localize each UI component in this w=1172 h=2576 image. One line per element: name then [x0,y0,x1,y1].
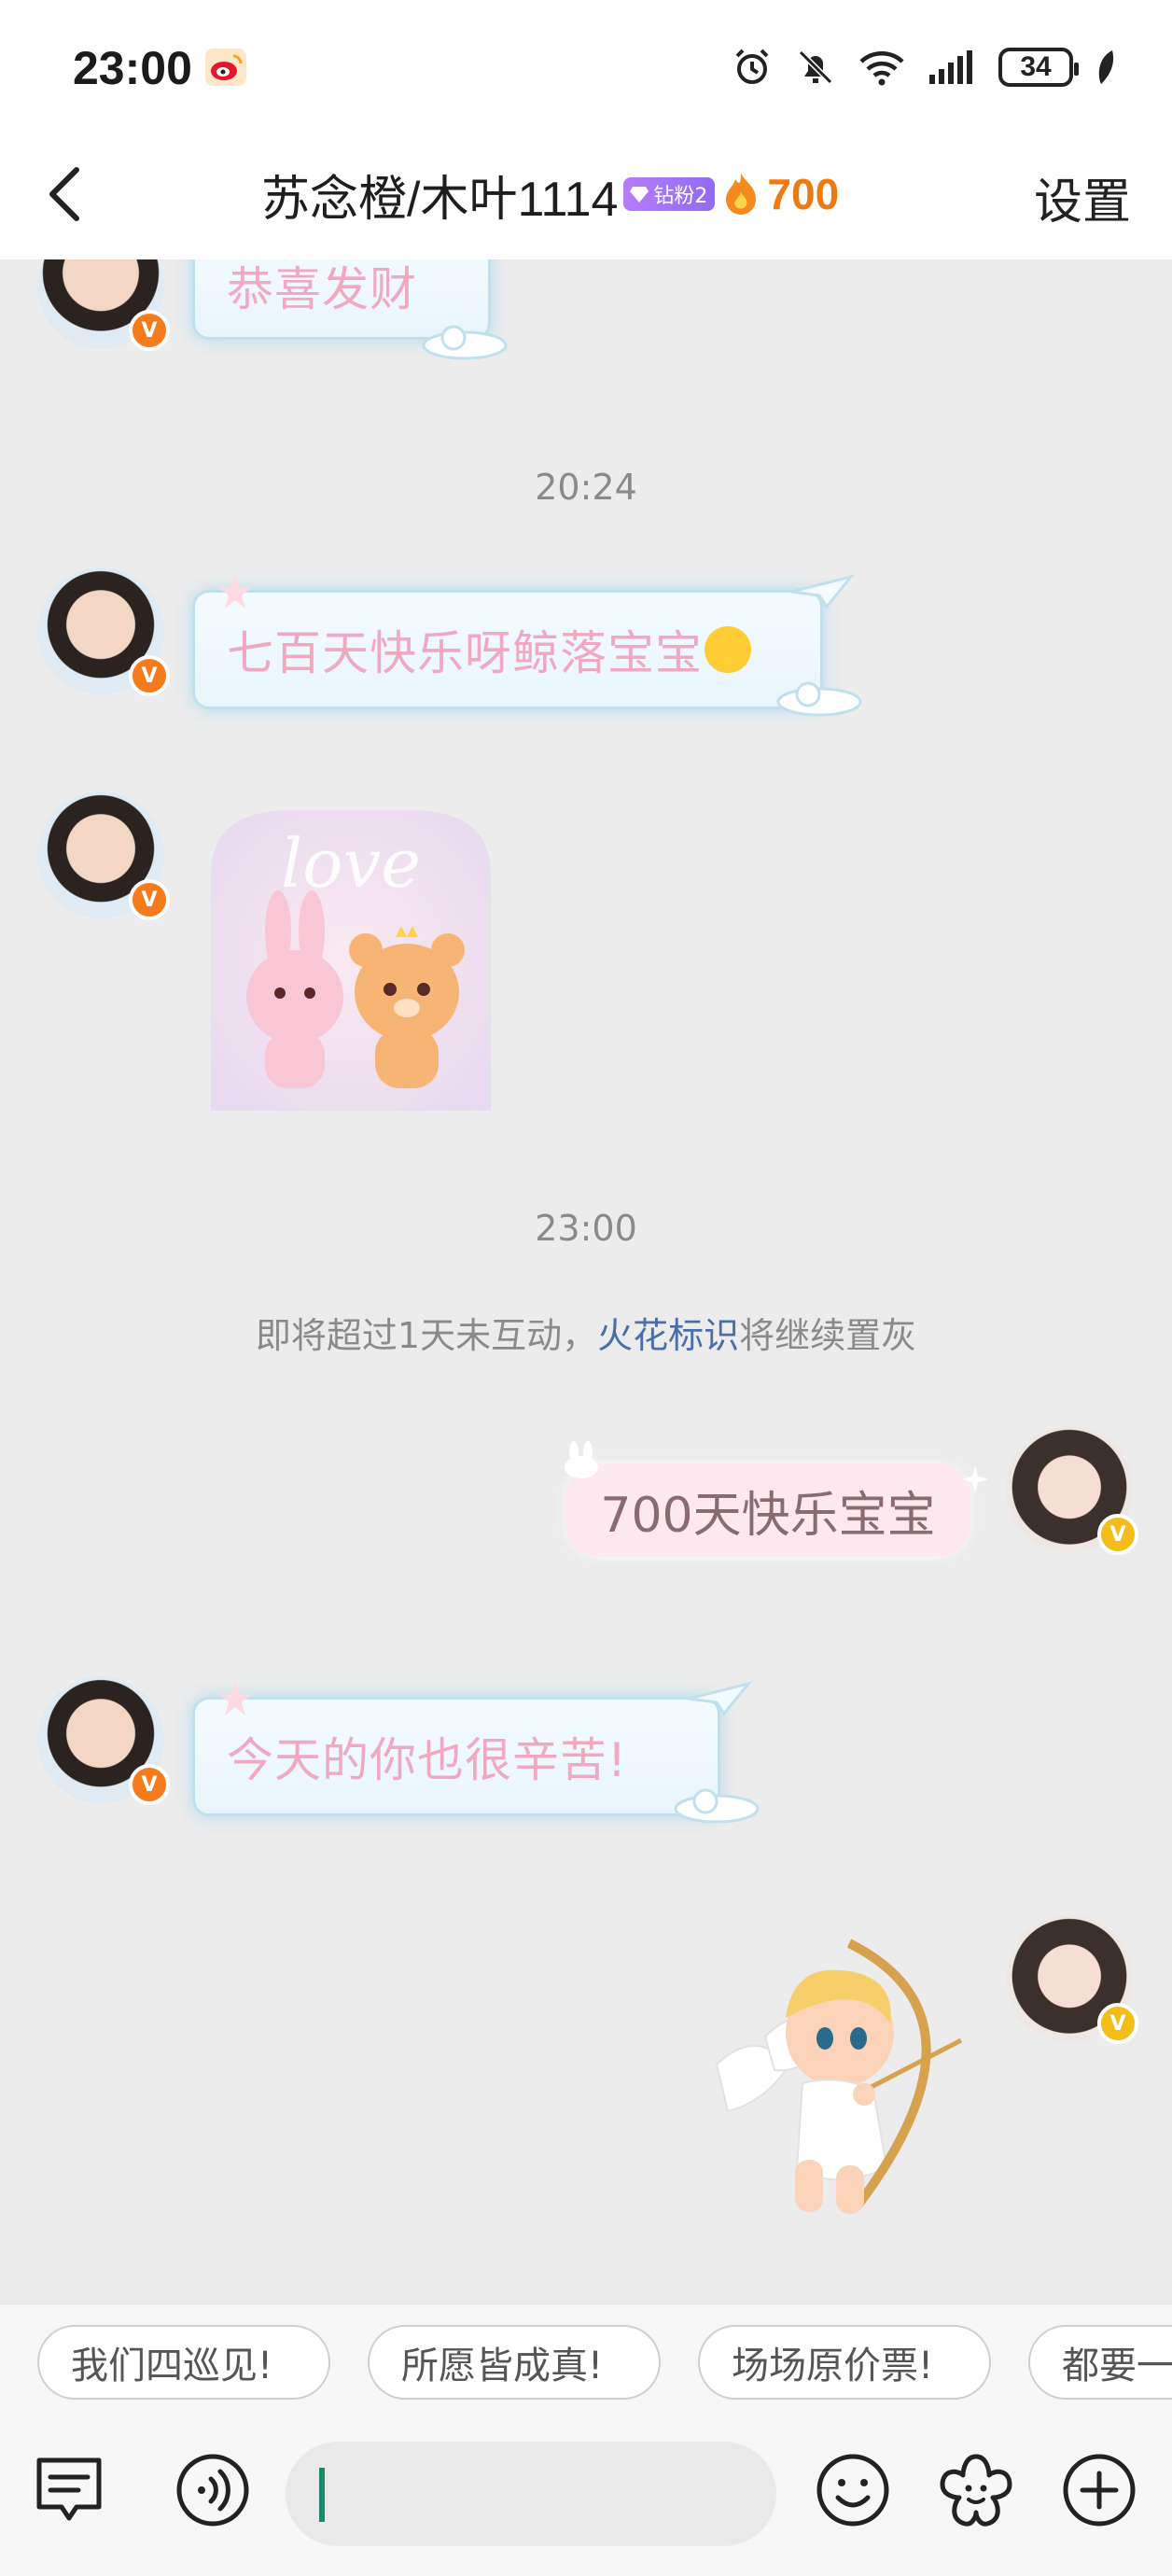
verified-badge: V [1097,1514,1138,1555]
verified-badge: V [129,879,170,920]
paper-plane-deco-icon [790,574,855,609]
verified-badge: V [1097,2003,1138,2044]
verified-badge: V [129,310,170,351]
verified-badge: V [129,1764,170,1805]
system-notice: 即将超过1天未互动，火花标识将继续置灰 [0,1307,1172,1358]
sender-avatar[interactable]: V [37,791,170,922]
diamond-icon [630,187,649,203]
mute-icon [798,49,833,85]
sender-avatar[interactable]: V [37,1676,170,1807]
chat-message-list[interactable]: V 恭喜发财 20:24 V 七百天快乐呀鲸落宝宝 V love 23:00 即… [0,259,1172,2303]
status-time: 23:00 [73,42,192,94]
system-notice-prefix: 即将超过1天未互动， [255,1315,598,1356]
header-title-group[interactable]: 苏念橙/木叶1114 钻粉2 700 [261,159,839,230]
input-bar [0,2417,1172,2576]
sticker-flower-icon[interactable] [937,2451,1015,2529]
message-input[interactable] [286,2442,776,2546]
voice-icon[interactable] [174,2451,252,2529]
battery-level: 34 [1020,51,1052,82]
cloud-deco-icon [422,325,508,360]
love-bunny-bear-sticker[interactable]: love [192,801,509,1111]
star-deco-icon [218,1682,252,1715]
message-bubble[interactable]: 七百天快乐呀鲸落宝宝 [192,590,823,709]
status-icons: 34 [732,43,1116,91]
system-notice-suffix: 将继续置灰 [739,1315,917,1356]
alarm-icon [735,49,769,84]
chat-header: 苏念橙/木叶1114 钻粉2 700 设置 [0,131,1172,259]
my-avatar[interactable]: V [1006,1426,1138,1557]
quick-reply-chip[interactable]: 场场原价票! [698,2325,991,2400]
plus-icon[interactable] [1060,2451,1138,2529]
message-bubble[interactable]: 今天的你也很辛苦! [192,1697,720,1816]
page-title: 苏念橙/木叶1114 [261,172,619,227]
sender-avatar[interactable]: V [37,259,170,353]
emoji-icon[interactable] [814,2451,892,2529]
message-text: 七百天快乐呀鲸落宝宝 [227,626,703,680]
spark-count: 700 [767,170,840,218]
signal-icon [929,50,972,84]
quick-reply-chip[interactable]: 都要一 [1028,2325,1172,2400]
compose-icon[interactable] [30,2451,108,2529]
emoji-party-icon [705,626,751,673]
spark-mark-link[interactable]: 火花标识 [597,1315,739,1356]
paper-plane-deco-icon [688,1681,752,1716]
fan-badge-label: 钻粉2 [653,185,708,208]
timestamp: 23:00 [535,1208,637,1249]
settings-button[interactable]: 设置 [1034,162,1131,232]
star-deco-icon [218,575,252,609]
text-caret [319,2468,325,2522]
quick-reply-bar[interactable]: 我们四巡见! 所愿皆成真! 场场原价票! 都要一 [0,2303,1172,2418]
sparkle-deco-icon [961,1465,989,1493]
cloud-deco-icon [776,681,862,717]
cloud-deco-icon [674,1788,760,1824]
verified-badge: V [129,655,170,696]
fan-level-badge: 钻粉2 [623,177,716,211]
my-avatar[interactable]: V [1006,1915,1138,2046]
chevron-left-icon[interactable] [34,159,105,230]
leaf-icon [1098,50,1114,84]
wifi-icon [859,51,904,86]
status-bar: 23:00 34 [0,0,1172,131]
weibo-icon [205,49,246,86]
bunny-deco-icon [565,1441,598,1478]
battery-icon: 34 [998,48,1079,87]
cupid-sticker[interactable] [700,1925,980,2233]
message-bubble[interactable]: 700天快乐宝宝 [565,1463,970,1557]
flame-icon [726,174,757,215]
timestamp: 20:24 [535,467,637,508]
sender-avatar[interactable]: V [37,567,170,698]
message-text: 今天的你也很辛苦! [227,1733,628,1787]
message-text: 恭喜发财 [227,262,417,316]
svg-text:love: love [281,824,421,903]
message-text: 700天快乐宝宝 [600,1487,936,1544]
quick-reply-chip[interactable]: 我们四巡见! [37,2325,330,2400]
quick-reply-chip[interactable]: 所愿皆成真! [368,2325,661,2400]
